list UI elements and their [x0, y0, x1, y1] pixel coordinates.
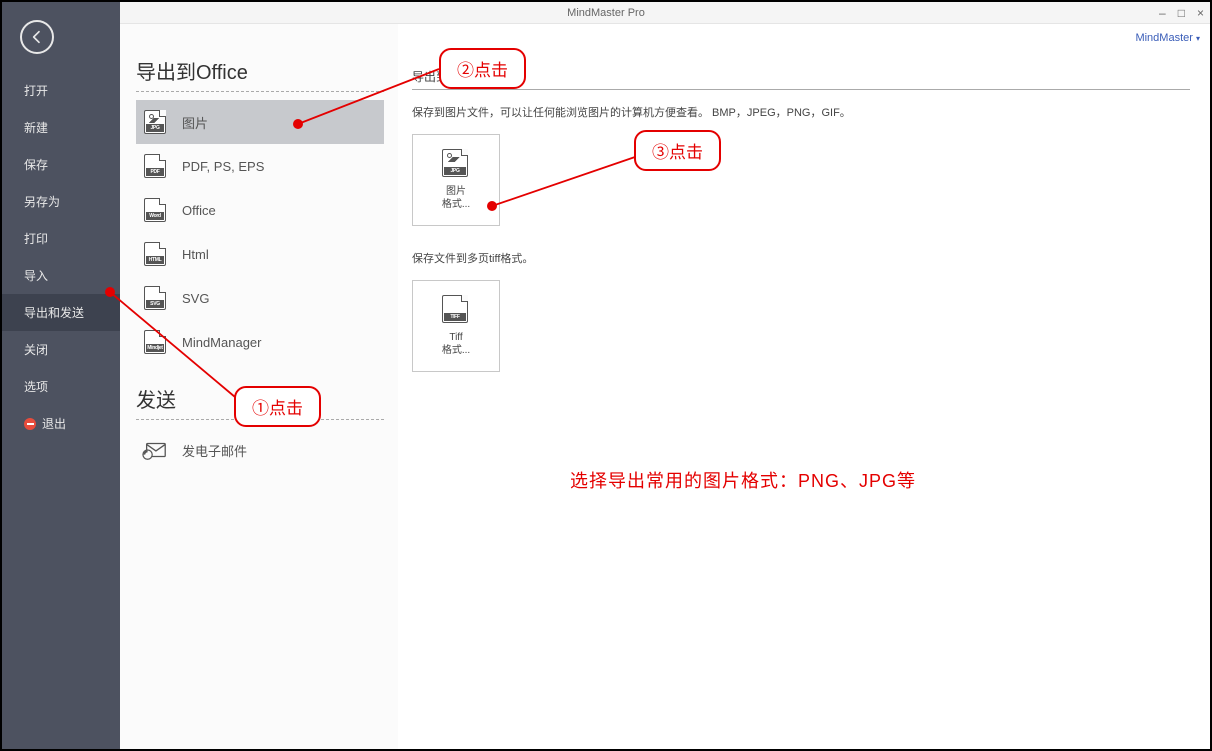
export-item-office[interactable]: Word Office	[136, 188, 384, 232]
jpg-file-icon: JPG	[142, 109, 168, 135]
word-file-icon: Word	[142, 197, 168, 223]
jpg-tile-icon: JPG	[442, 149, 470, 179]
callout-1: ①点击	[234, 386, 321, 427]
back-arrow-icon	[29, 29, 45, 45]
export-item-html[interactable]: HTML Html	[136, 232, 384, 276]
export-item-pdf[interactable]: PDF PDF, PS, EPS	[136, 144, 384, 188]
sidebar-item-exit[interactable]: 退出	[2, 405, 120, 442]
sidebar-item-save[interactable]: 保存	[2, 146, 120, 183]
exit-icon	[24, 418, 36, 430]
content-subheader: 导出到	[412, 68, 1190, 90]
export-item-mindmanager[interactable]: Mindjet MindManager	[136, 320, 384, 364]
sidebar-menu: 打开 新建 保存 另存为 打印 导入 导出和发送 关闭 选项 退出	[2, 72, 120, 442]
back-button[interactable]	[20, 20, 54, 54]
send-item-email[interactable]: 发电子邮件	[136, 428, 384, 472]
html-file-icon: HTML	[142, 241, 168, 267]
pdf-file-icon: PDF	[142, 153, 168, 179]
title-bar: MindMaster Pro – □ ×	[2, 2, 1210, 24]
hint-text: 选择导出常用的图片格式：PNG、JPG等	[570, 467, 916, 493]
app-title: MindMaster Pro	[567, 2, 645, 24]
sidebar-item-new[interactable]: 新建	[2, 109, 120, 146]
sidebar-item-import[interactable]: 导入	[2, 257, 120, 294]
window-controls: – □ ×	[1159, 2, 1204, 24]
sidebar-item-saveas[interactable]: 另存为	[2, 183, 120, 220]
sidebar-item-options[interactable]: 选项	[2, 368, 120, 405]
sidebar-item-print[interactable]: 打印	[2, 220, 120, 257]
tile-image-format[interactable]: JPG 图片格式...	[412, 134, 500, 226]
tile-tiff-format[interactable]: TIFF Tiff格式...	[412, 280, 500, 372]
minimize-button[interactable]: –	[1159, 2, 1166, 24]
mindjet-file-icon: Mindjet	[142, 329, 168, 355]
sidebar-item-open[interactable]: 打开	[2, 72, 120, 109]
sidebar-item-close[interactable]: 关闭	[2, 331, 120, 368]
tiff-tile-icon: TIFF	[442, 295, 470, 325]
email-icon	[142, 437, 168, 463]
maximize-button[interactable]: □	[1178, 2, 1185, 24]
backstage-sidebar: 打开 新建 保存 另存为 打印 导入 导出和发送 关闭 选项 退出	[2, 2, 120, 749]
export-item-svg[interactable]: SVG SVG	[136, 276, 384, 320]
callout-3: ③点击	[634, 130, 721, 171]
content-description-2: 保存文件到多页tiff格式。	[412, 250, 1190, 266]
export-section-title: 导出到Office	[136, 56, 384, 92]
callout-2: ②点击	[439, 48, 526, 89]
svg-file-icon: SVG	[142, 285, 168, 311]
content-pane: 导出到 保存到图片文件，可以让任何能浏览图片的计算机方便查看。 BMP，JPEG…	[398, 24, 1210, 749]
sidebar-item-export[interactable]: 导出和发送	[2, 294, 120, 331]
content-description-1: 保存到图片文件，可以让任何能浏览图片的计算机方便查看。 BMP，JPEG，PNG…	[412, 104, 1190, 120]
close-button[interactable]: ×	[1197, 2, 1204, 24]
export-item-image[interactable]: JPG 图片	[136, 100, 384, 144]
